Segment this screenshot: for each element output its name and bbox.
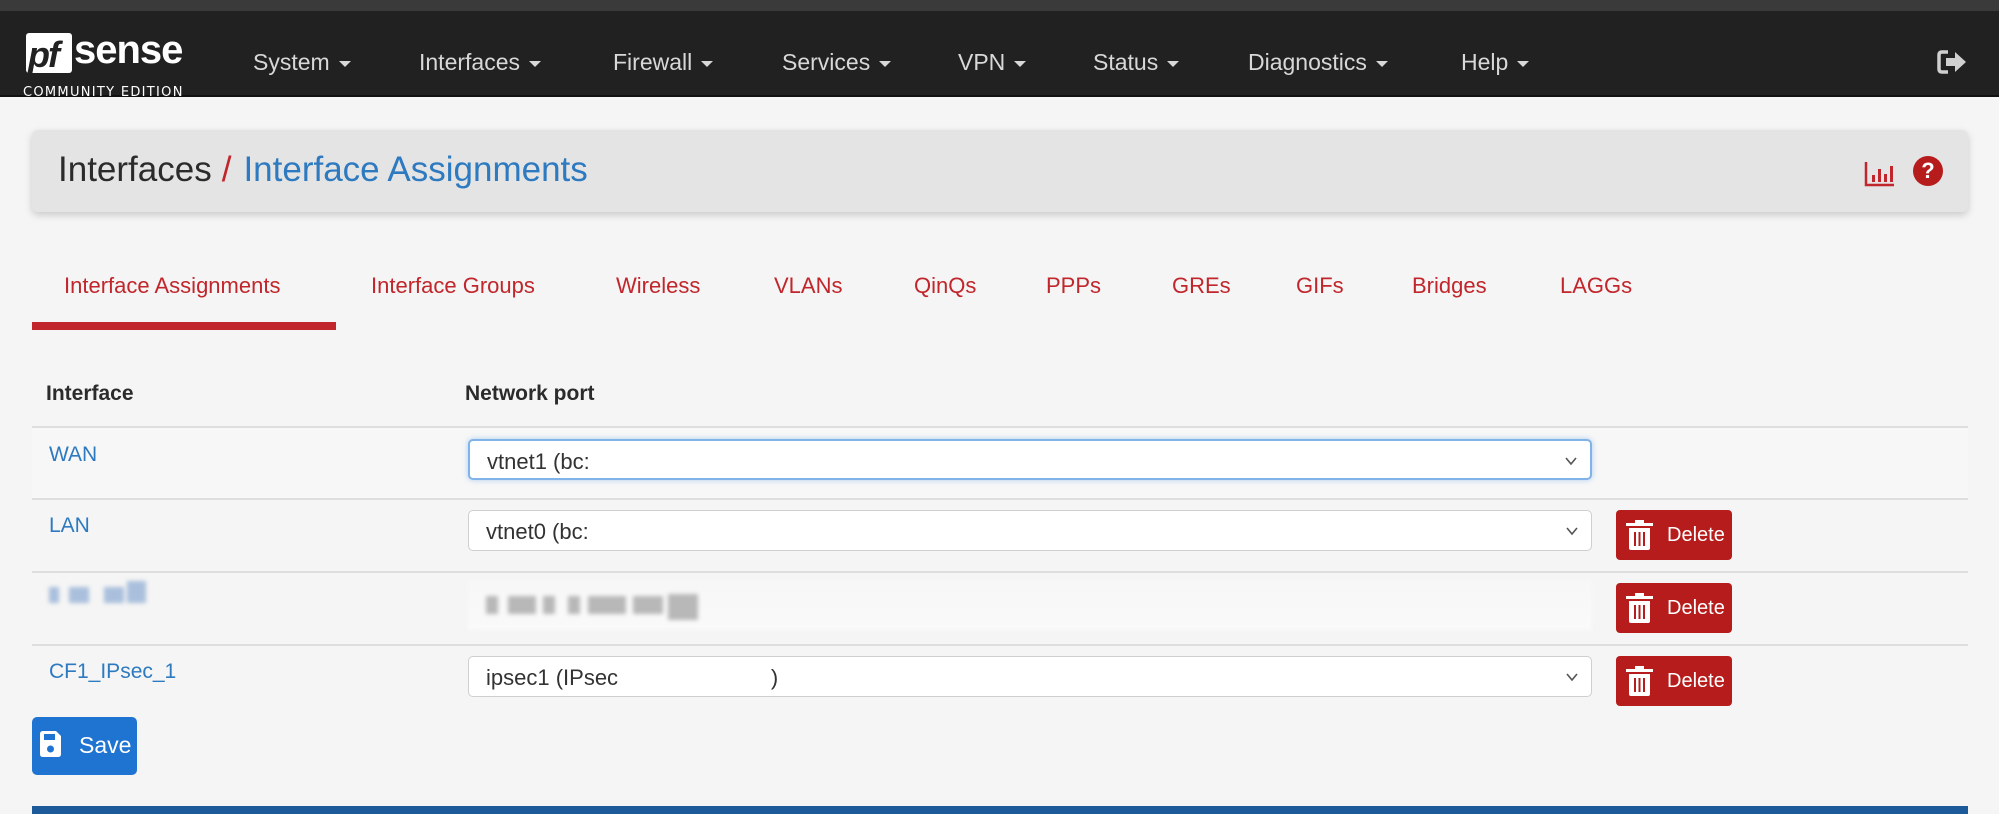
delete-label: Delete	[1667, 524, 1725, 546]
nav-label: Services	[782, 49, 871, 75]
window-top-strip	[0, 0, 1999, 11]
breadcrumb-current[interactable]: Interface Assignments	[243, 150, 587, 189]
top-navbar: pf sense COMMUNITY EDITION System Interf…	[0, 11, 1999, 100]
tab-bridges[interactable]: Bridges	[1412, 273, 1487, 299]
breadcrumb-separator: /	[221, 150, 232, 189]
active-tab-indicator	[32, 322, 336, 330]
network-port-select-wan[interactable]: vtnet1 (bc:	[468, 439, 1592, 480]
nav-vpn[interactable]: VPN	[958, 49, 1027, 76]
chevron-down-icon	[1565, 457, 1577, 466]
chevron-down-icon	[1566, 673, 1578, 682]
nav-services[interactable]: Services	[782, 49, 892, 76]
caret-down-icon	[529, 60, 541, 67]
caret-down-icon	[701, 60, 714, 67]
tab-vlans[interactable]: VLANs	[774, 273, 842, 299]
nav-interfaces[interactable]: Interfaces	[419, 49, 541, 76]
logo-pf-text: pf	[28, 34, 60, 75]
caret-down-icon	[1014, 60, 1027, 67]
row-divider	[32, 644, 1968, 646]
nav-label: VPN	[958, 49, 1006, 75]
next-panel-header	[32, 806, 1968, 814]
pfsense-logo[interactable]: pf sense COMMUNITY EDITION	[22, 28, 207, 100]
caret-down-icon	[1517, 60, 1530, 67]
nav-system[interactable]: System	[253, 49, 351, 76]
redacted-network-port	[468, 580, 1592, 630]
network-port-select-lan[interactable]: vtnet0 (bc:	[468, 510, 1592, 551]
nav-firewall[interactable]: Firewall	[613, 49, 714, 76]
save-label: Save	[79, 732, 132, 758]
interface-link-lan[interactable]: LAN	[49, 514, 90, 538]
trash-icon	[1626, 666, 1653, 696]
breadcrumb: Interfaces / Interface Assignments	[58, 150, 588, 190]
tab-wireless[interactable]: Wireless	[616, 273, 700, 299]
caret-down-icon	[1167, 60, 1180, 67]
nav-status[interactable]: Status	[1093, 49, 1180, 76]
nav-label: Help	[1461, 49, 1509, 75]
nav-help[interactable]: Help	[1461, 49, 1530, 76]
trash-icon	[1626, 593, 1653, 623]
logo-edition-text: COMMUNITY EDITION	[23, 85, 184, 100]
interface-link-wan[interactable]: WAN	[49, 443, 97, 467]
caret-down-icon	[338, 60, 351, 67]
redacted-interface-name	[49, 581, 146, 614]
nav-label: Diagnostics	[1248, 49, 1367, 75]
tab-gres[interactable]: GREs	[1172, 273, 1231, 299]
select-value: ipsec1 (IPsec )	[486, 665, 779, 690]
nav-label: Status	[1093, 49, 1159, 75]
interface-link-cf1-ipsec-1[interactable]: CF1_IPsec_1	[49, 660, 176, 684]
select-value: vtnet1 (bc:	[487, 449, 590, 474]
delete-label: Delete	[1667, 670, 1725, 692]
nav-label: Interfaces	[419, 49, 520, 75]
tab-qinqs[interactable]: QinQs	[914, 273, 976, 299]
tab-interface-groups[interactable]: Interface Groups	[371, 273, 535, 299]
tab-interface-assignments[interactable]: Interface Assignments	[64, 273, 280, 299]
row-divider	[32, 571, 1968, 573]
select-value: vtnet0 (bc:	[486, 519, 589, 544]
caret-down-icon	[879, 60, 892, 67]
sign-out-icon[interactable]	[1937, 49, 1967, 75]
help-circle-icon[interactable]: ?	[1913, 156, 1943, 186]
delete-label: Delete	[1667, 597, 1725, 619]
breadcrumb-root[interactable]: Interfaces	[58, 150, 212, 189]
bar-chart-icon[interactable]	[1864, 160, 1896, 188]
nav-diagnostics[interactable]: Diagnostics	[1248, 49, 1388, 76]
breadcrumb-panel: Interfaces / Interface Assignments ?	[32, 130, 1968, 212]
row-divider	[32, 498, 1968, 500]
delete-button[interactable]: Delete	[1616, 656, 1732, 706]
network-port-select-cf1-ipsec-1[interactable]: ipsec1 (IPsec )	[468, 656, 1592, 697]
tab-ppps[interactable]: PPPs	[1046, 273, 1101, 299]
chevron-down-icon	[1566, 527, 1578, 536]
delete-button[interactable]: Delete	[1616, 583, 1732, 633]
nav-label: Firewall	[613, 49, 693, 75]
tab-laggs[interactable]: LAGGs	[1560, 273, 1632, 299]
delete-button[interactable]: Delete	[1616, 510, 1732, 560]
logo-pf-box: pf	[26, 33, 72, 75]
logo-sense-text: sense	[74, 28, 183, 72]
tab-gifs[interactable]: GIFs	[1296, 273, 1344, 299]
floppy-disk-icon	[40, 731, 61, 757]
column-header-network-port: Network port	[465, 382, 595, 405]
caret-down-icon	[1375, 60, 1388, 67]
save-button[interactable]: Save	[32, 717, 137, 775]
trash-icon	[1626, 520, 1653, 550]
column-header-interface: Interface	[46, 382, 134, 405]
nav-label: System	[253, 49, 330, 75]
